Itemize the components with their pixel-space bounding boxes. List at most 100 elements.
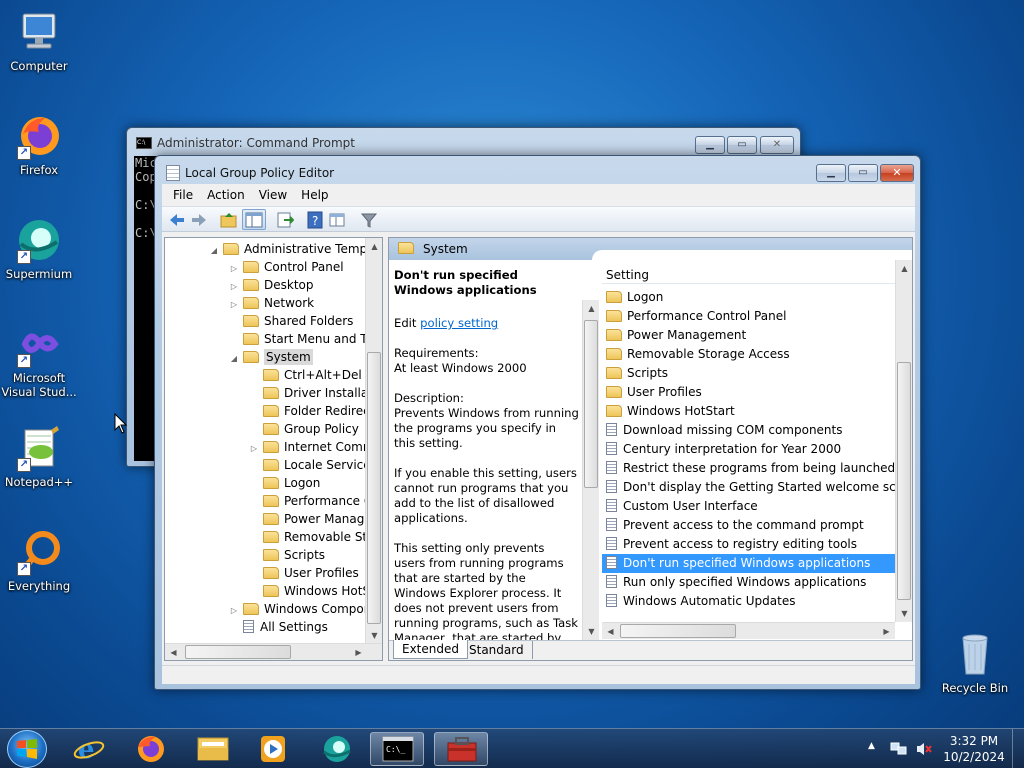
settings-hscroll-thumb[interactable] (620, 624, 736, 638)
gpedit-title-bar[interactable]: Local Group Policy Editor ▁ ▭ ✕ (155, 156, 920, 186)
policy-setting-row[interactable]: Don't display the Getting Started welcom… (602, 478, 895, 497)
cmd-title-bar[interactable]: C:\ Administrator: Command Prompt ▁ ▭ ✕ (127, 128, 800, 156)
tree-node[interactable]: Windows HotStart (165, 582, 367, 600)
tree-node[interactable]: Folder Redirection (165, 402, 367, 420)
start-button[interactable] (7, 730, 47, 768)
policy-setting-row[interactable]: Prevent access to the command prompt (602, 516, 895, 535)
policy-setting-row[interactable]: Run only specified Windows applications (602, 573, 895, 592)
settings-folder-row[interactable]: Performance Control Panel (602, 307, 895, 326)
policy-setting-row[interactable]: Download missing COM components (602, 421, 895, 440)
tab-standard[interactable]: Standard (461, 641, 533, 659)
desktop-icon-recycle-bin[interactable]: Recycle Bin (936, 630, 1014, 695)
scroll-up-arrow-icon[interactable]: ▲ (366, 238, 382, 255)
settings-folder-row[interactable]: Logon (602, 288, 895, 307)
gpedit-maximize-button[interactable]: ▭ (848, 164, 878, 182)
show-hide-tree-button[interactable] (242, 209, 266, 230)
menu-view[interactable]: View (252, 184, 294, 206)
policy-setting-row[interactable]: Prevent access to registry editing tools (602, 535, 895, 554)
settings-vertical-scrollbar[interactable]: ▲ ▼ (895, 260, 912, 622)
settings-horizontal-scrollbar[interactable]: ◀ ▶ (602, 622, 895, 639)
tree-node[interactable]: ▷ Desktop (165, 276, 314, 294)
desktop-icon-notepadpp[interactable]: ↗ Notepad++ (0, 424, 78, 489)
policy-setting-row[interactable]: Custom User Interface (602, 497, 895, 516)
settings-folder-row[interactable]: Power Management (602, 326, 895, 345)
taskbar-firefox[interactable] (124, 732, 178, 766)
menu-action[interactable]: Action (200, 184, 252, 206)
scroll-left-arrow-icon[interactable]: ◀ (602, 623, 619, 640)
scroll-down-arrow-icon[interactable]: ▼ (583, 623, 599, 640)
settings-list[interactable]: Setting Logon Performance Control Panel Po… (602, 260, 912, 640)
tree-node[interactable]: Removable Storage Access (165, 528, 367, 546)
scroll-up-arrow-icon[interactable]: ▲ (896, 260, 912, 277)
tree-node[interactable]: Power Management (165, 510, 367, 528)
tree-node[interactable]: ▷Windows Components (165, 600, 367, 618)
group-policy-editor-window[interactable]: Local Group Policy Editor ▁ ▭ ✕ File Acti… (154, 155, 921, 690)
clock[interactable]: 3:32 PM 10/2/2024 (942, 733, 1006, 765)
desktop-icon-visual-studio[interactable]: ↗ Microsoft Visual Stud... (0, 320, 78, 399)
console-tree-pane[interactable]: ◢Administrative Templates▷Control Panel▷… (164, 237, 383, 661)
tree-node[interactable]: Performance Control Panel (165, 492, 367, 510)
tree-node[interactable]: ▷ Control Panel (165, 258, 344, 276)
menu-help[interactable]: Help (294, 184, 335, 206)
settings-vscroll-thumb[interactable] (897, 362, 911, 600)
policy-setting-row[interactable]: Century interpretation for Year 2000 (602, 440, 895, 459)
description-vscroll-thumb[interactable] (584, 320, 598, 488)
policy-setting-row[interactable]: Restrict these programs from being launc… (602, 459, 895, 478)
tree-node[interactable]: Logon (165, 474, 320, 492)
filter-icon[interactable] (360, 211, 378, 229)
desktop-icon-supermium[interactable]: ↗ Supermium (0, 216, 78, 281)
scroll-down-arrow-icon[interactable]: ▼ (896, 605, 912, 622)
tree-node[interactable]: ▷Internet Communication Management (165, 438, 367, 456)
taskbar-explorer[interactable] (186, 732, 240, 766)
tree-vertical-scrollbar[interactable]: ▲ ▼ (365, 238, 382, 644)
scroll-right-arrow-icon[interactable]: ▶ (350, 644, 367, 660)
tree-node[interactable]: ◢ System (165, 348, 313, 366)
show-desktop-button[interactable] (1012, 729, 1024, 768)
tree-node[interactable]: Ctrl+Alt+Del Options (165, 366, 367, 384)
menu-file[interactable]: File (166, 184, 200, 206)
tree-node[interactable]: Locale Services (165, 456, 367, 474)
back-arrow-icon[interactable] (168, 211, 186, 229)
scroll-down-arrow-icon[interactable]: ▼ (366, 627, 382, 644)
tree-node[interactable]: All Settings (165, 618, 328, 636)
tree-node[interactable]: User Profiles (165, 564, 359, 582)
desktop-icon-everything[interactable]: ↗ Everything (0, 528, 78, 593)
help-icon[interactable]: ? (306, 211, 324, 229)
tree-vscroll-thumb[interactable] (367, 352, 381, 624)
settings-folder-row[interactable]: Windows HotStart (602, 402, 895, 421)
tree-horizontal-scrollbar[interactable]: ◀ ▶ (165, 643, 382, 660)
policy-setting-row[interactable]: Windows Automatic Updates (602, 592, 895, 611)
policy-setting-row[interactable]: Don't run specified Windows applications (602, 554, 895, 573)
show-hidden-icons-button[interactable]: ▲ (868, 741, 875, 751)
cmd-maximize-button[interactable]: ▭ (727, 136, 757, 154)
tree-node[interactable]: Scripts (165, 546, 325, 564)
tree-node[interactable]: Start Menu and Taskbar (165, 330, 367, 348)
tree-node[interactable]: ◢Administrative Templates (165, 240, 367, 258)
desktop-icon-computer[interactable]: Computer (0, 8, 78, 73)
gpedit-close-button[interactable]: ✕ (880, 164, 914, 182)
network-icon[interactable] (890, 741, 908, 757)
taskbar-group-policy-editor[interactable] (434, 732, 488, 766)
tree-node[interactable]: Group Policy (165, 420, 359, 438)
settings-folder-row[interactable]: Scripts (602, 364, 895, 383)
column-header-setting[interactable]: Setting (602, 260, 895, 284)
tree-node[interactable]: Shared Folders (165, 312, 353, 330)
tab-extended[interactable]: Extended (393, 640, 468, 659)
cmd-minimize-button[interactable]: ▁ (695, 136, 725, 154)
description-vertical-scrollbar[interactable]: ▲ ▼ (582, 300, 599, 640)
scroll-up-arrow-icon[interactable]: ▲ (583, 300, 599, 317)
tree-hscroll-thumb[interactable] (185, 645, 291, 659)
taskbar-command-prompt[interactable]: C:\_ (370, 732, 424, 766)
volume-muted-icon[interactable] (915, 741, 933, 757)
settings-folder-row[interactable]: User Profiles (602, 383, 895, 402)
scroll-left-arrow-icon[interactable]: ◀ (165, 644, 182, 660)
taskbar-internet-explorer[interactable]: e (62, 732, 116, 766)
settings-folder-row[interactable]: Removable Storage Access (602, 345, 895, 364)
gpedit-minimize-button[interactable]: ▁ (816, 164, 846, 182)
properties-icon[interactable] (328, 211, 346, 229)
scroll-right-arrow-icon[interactable]: ▶ (878, 623, 895, 640)
tree-node[interactable]: ▷ Network (165, 294, 314, 312)
taskbar-supermium[interactable] (310, 732, 364, 766)
up-folder-icon[interactable] (220, 211, 238, 229)
cmd-close-button[interactable]: ✕ (760, 136, 794, 154)
